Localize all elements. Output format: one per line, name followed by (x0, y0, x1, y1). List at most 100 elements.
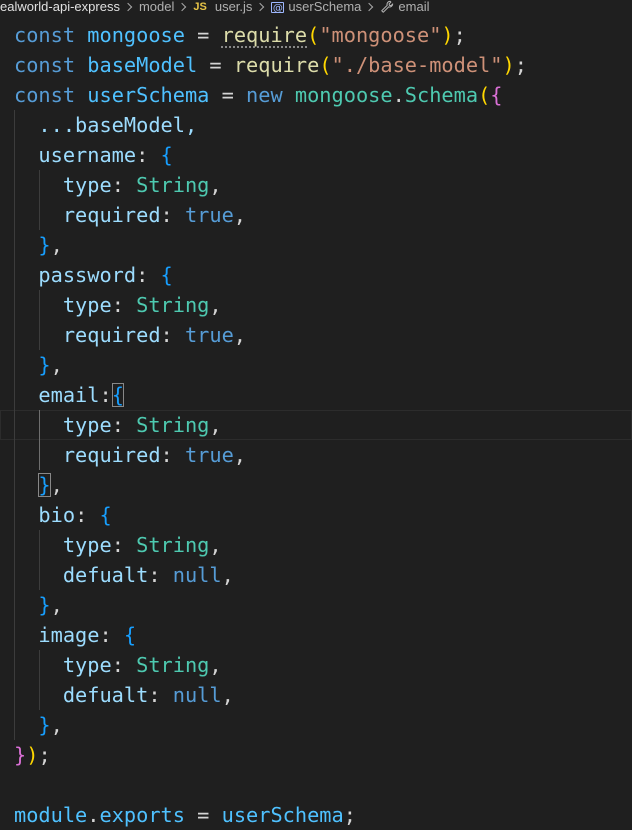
indent-guide (14, 410, 15, 440)
punctuation: ); (502, 53, 527, 77)
brace: } (38, 353, 51, 377)
code-line-12[interactable]: }, (0, 350, 632, 380)
indent-guide (14, 590, 15, 620)
code-line-5[interactable]: username: { (0, 140, 632, 170)
indent-guide (14, 650, 15, 680)
module-object: module (14, 803, 88, 827)
exports-property: exports (99, 803, 185, 827)
brace: { (490, 83, 503, 107)
keyword: const (14, 53, 76, 77)
code-line-24[interactable]: }, (0, 710, 632, 740)
code-line-6[interactable]: type: String, (0, 170, 632, 200)
indent-guide (39, 200, 40, 230)
indent-guide (14, 560, 15, 590)
paren: ) (26, 743, 39, 767)
colon: : (111, 413, 137, 437)
dot: . (87, 803, 100, 827)
code-line-4[interactable]: ...baseModel, (0, 110, 632, 140)
variable-name: userSchema (221, 803, 344, 827)
property-key: username (38, 143, 137, 167)
boolean-value: true (184, 203, 234, 227)
code-line-23[interactable]: defualt: null, (0, 680, 632, 710)
breadcrumb-property-label: email (398, 0, 430, 14)
property-wrench-icon (380, 0, 394, 14)
brace-match-highlight: } (38, 473, 51, 497)
code-line-27[interactable]: module.exports = userSchema; (0, 800, 632, 830)
comma: , (209, 173, 222, 197)
comma: , (233, 203, 247, 227)
colon: : (160, 203, 185, 227)
brace: { (99, 503, 112, 527)
breadcrumb-file-label: user.js (214, 0, 253, 14)
indent-guide (14, 260, 15, 290)
breadcrumb-file[interactable]: JS user.js (193, 0, 252, 15)
comma: , (50, 233, 63, 257)
code-line-18[interactable]: type: String, (0, 530, 632, 560)
string-literal: "mongoose" (319, 23, 442, 47)
class-name: Schema (404, 83, 479, 107)
property-key: type (62, 413, 112, 437)
brace: { (160, 143, 173, 167)
colon: : (136, 263, 161, 287)
colon: : (99, 623, 124, 647)
property-key: defualt (62, 563, 149, 587)
property-key: required (62, 323, 161, 347)
property-key: type (62, 533, 112, 557)
comma: , (50, 473, 63, 497)
colon: : (111, 173, 137, 197)
indent-guide (14, 200, 15, 230)
code-line-21[interactable]: image: { (0, 620, 632, 650)
property-key: required (62, 203, 161, 227)
code-line-16[interactable]: }, (0, 470, 632, 500)
colon: : (160, 323, 185, 347)
code-line-19[interactable]: defualt: null, (0, 560, 632, 590)
comma: , (50, 713, 63, 737)
brace: { (123, 623, 137, 647)
code-line-8[interactable]: }, (0, 230, 632, 260)
paren: ( (307, 23, 320, 47)
brace-match-highlight: { (111, 383, 124, 407)
breadcrumb-folder-model[interactable]: model (139, 0, 174, 15)
breadcrumb-symbol[interactable]: @ userSchema (271, 0, 361, 15)
code-line-17[interactable]: bio: { (0, 500, 632, 530)
code-editor[interactable]: const mongoose = require("mongoose"); co… (0, 20, 632, 830)
code-line-22[interactable]: type: String, (0, 650, 632, 680)
code-line-26[interactable] (0, 770, 632, 800)
colon: : (160, 443, 185, 467)
code-line-20[interactable]: }, (0, 590, 632, 620)
code-line-1[interactable]: const mongoose = require("mongoose"); (0, 20, 632, 50)
indent-guide (14, 140, 15, 170)
code-line-7[interactable]: required: true, (0, 200, 632, 230)
property-key: email (38, 383, 100, 407)
property-key: bio (38, 503, 76, 527)
code-line-2[interactable]: const baseModel = require("./base-model"… (0, 50, 632, 80)
breadcrumb-folder-project[interactable]: ealworld-api-express (0, 0, 120, 15)
indent-guide (14, 620, 15, 650)
property-key: password (38, 263, 137, 287)
code-line-25[interactable]: }); (0, 740, 632, 770)
code-line-15[interactable]: required: true, (0, 440, 632, 470)
operator: = (209, 83, 247, 107)
code-line-10[interactable]: type: String, (0, 290, 632, 320)
operator: = (184, 803, 222, 827)
boolean-value: true (184, 323, 234, 347)
comma: , (50, 593, 63, 617)
breadcrumb-property[interactable]: email (380, 0, 429, 15)
semicolon: ; (38, 743, 51, 767)
colon: : (148, 683, 173, 707)
code-line-11[interactable]: required: true, (0, 320, 632, 350)
colon: : (111, 653, 137, 677)
property-key: required (62, 443, 161, 467)
indent-guide (14, 530, 15, 560)
code-line-3[interactable]: const userSchema = new mongoose.Schema({ (0, 80, 632, 110)
code-line-13[interactable]: email:{ (0, 380, 632, 410)
object-name: mongoose (294, 83, 393, 107)
semicolon: ; (343, 803, 356, 827)
code-line-9[interactable]: password: { (0, 260, 632, 290)
operator: = (184, 23, 222, 47)
null-value: null (172, 683, 222, 707)
indent-guide (39, 320, 40, 350)
null-value: null (172, 563, 222, 587)
code-line-14[interactable]: type: String, (0, 410, 632, 440)
comma: , (209, 653, 222, 677)
